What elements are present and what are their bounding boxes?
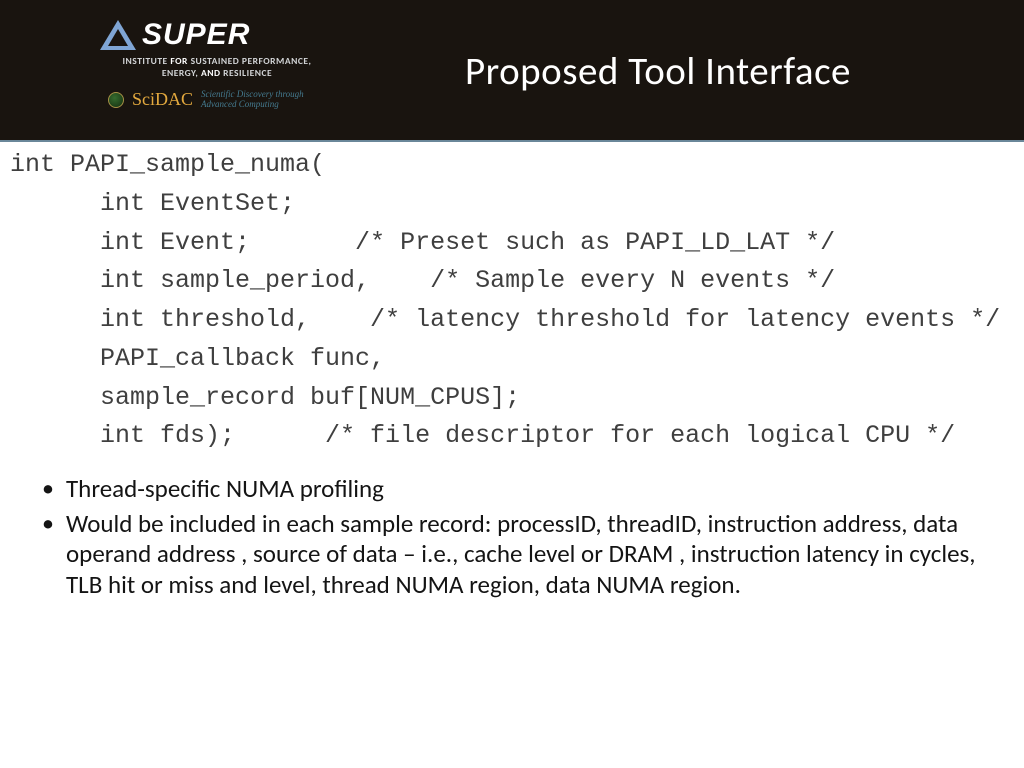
- institute-tagline: INSTITUTE FOR SUSTAINED PERFORMANCE, ENE…: [102, 55, 332, 79]
- scidac-word: SciDAC: [132, 89, 193, 110]
- logo-word: SUPER: [142, 18, 250, 52]
- seal-icon: [108, 92, 124, 108]
- scidac-tagline: Scientific Discovery through Advanced Co…: [201, 90, 311, 109]
- scidac-row: SciDAC Scientific Discovery through Adva…: [108, 89, 332, 110]
- page-title: Proposed Tool Interface: [465, 48, 851, 95]
- bullet-list: Thread-specific NUMA profiling Would be …: [0, 456, 1024, 600]
- super-logo: SUPER: [100, 18, 332, 52]
- code-block: int PAPI_sample_numa( int EventSet; int …: [0, 142, 1024, 456]
- logo-block: SUPER INSTITUTE FOR SUSTAINED PERFORMANC…: [100, 18, 332, 110]
- slide-header: SUPER INSTITUTE FOR SUSTAINED PERFORMANC…: [0, 0, 1024, 142]
- list-item: Would be included in each sample record:…: [42, 509, 986, 601]
- triangle-icon: [100, 20, 136, 50]
- list-item: Thread-specific NUMA profiling: [42, 474, 986, 505]
